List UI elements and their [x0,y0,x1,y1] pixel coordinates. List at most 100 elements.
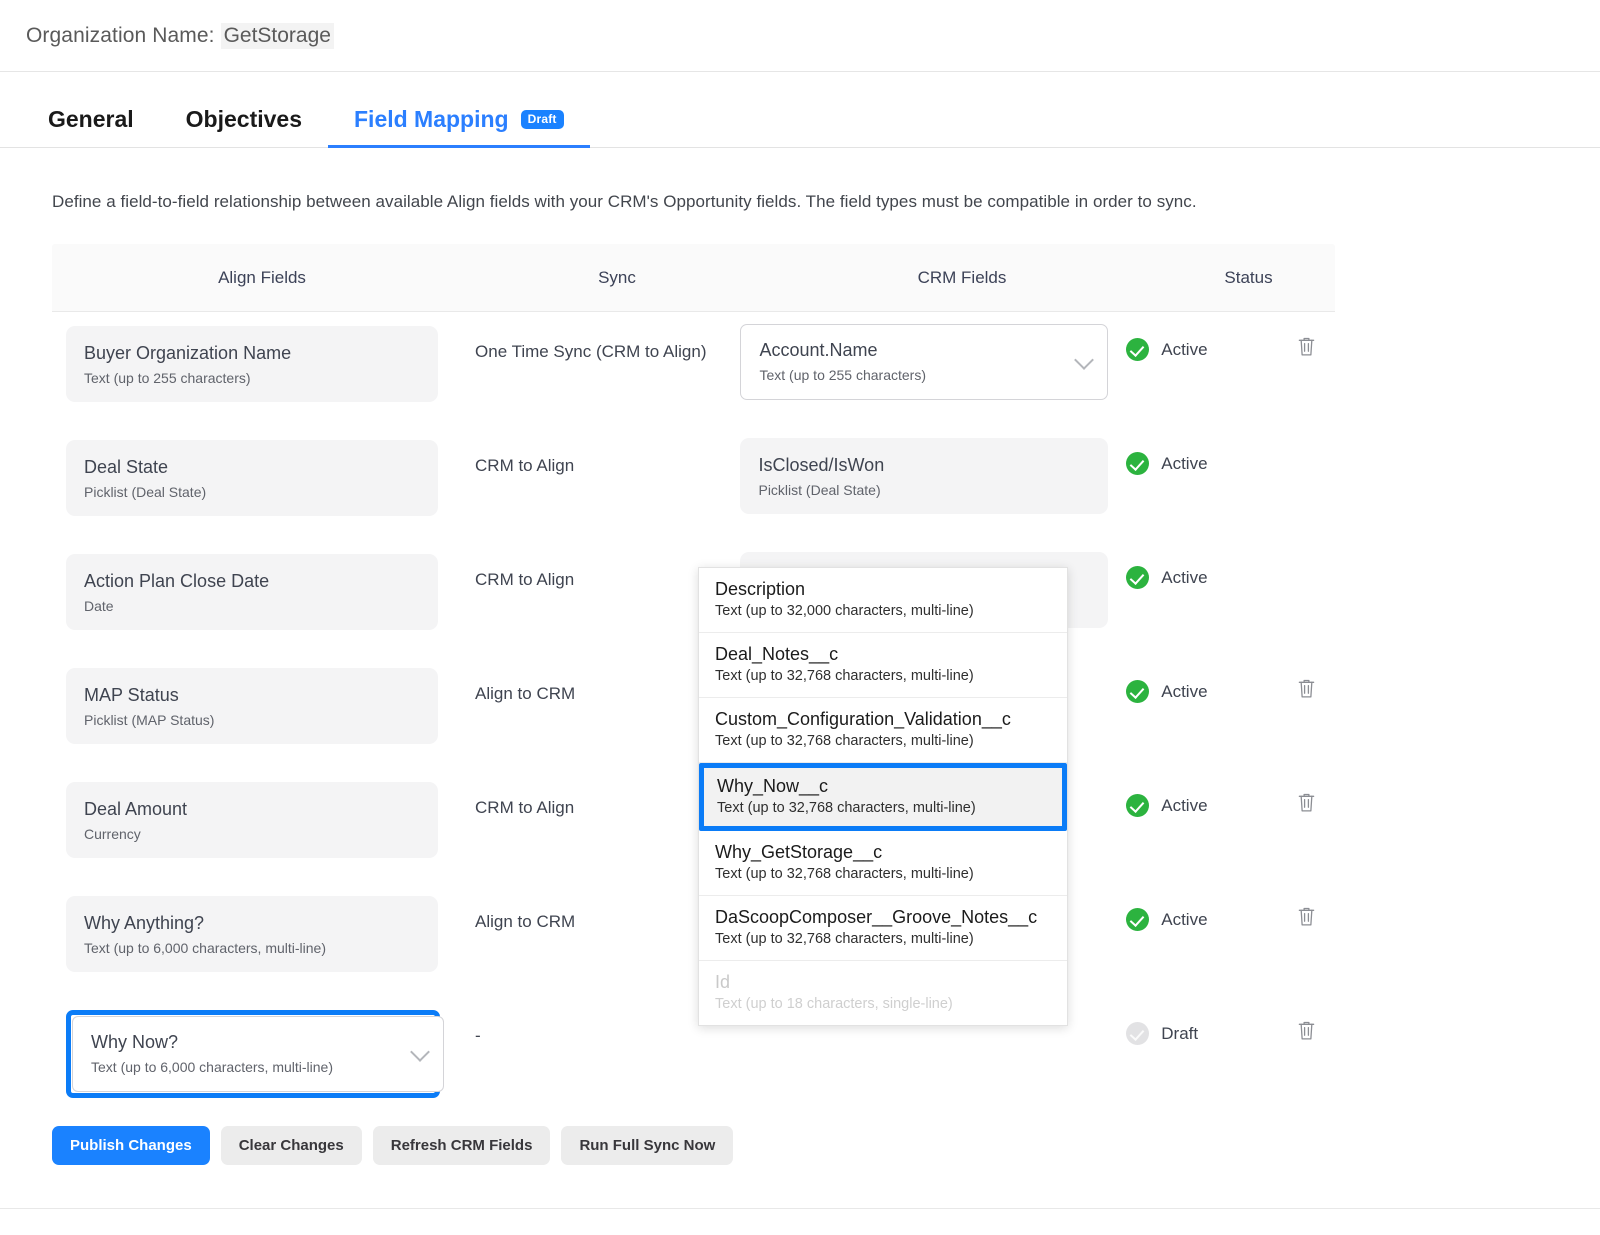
table-body: Buyer Organization Name Text (up to 255 c… [52,312,1335,1110]
table-header-row: Align Fields Sync CRM Fields Status [52,244,1335,312]
publish-changes-button[interactable]: Publish Changes [52,1126,210,1165]
table-row: Deal State Picklist (Deal State) CRM to Al… [52,426,1335,540]
dropdown-option[interactable]: Why_Now__cText (up to 32,768 characters,… [699,763,1067,831]
dropdown-option[interactable]: Deal_Notes__c Text (up to 32,768 characte… [699,633,1067,698]
status-active-check-icon [1126,794,1149,817]
cell-align-field: Why Anything? Text (up to 6,000 character… [52,882,453,972]
align-field-type: Currency [84,825,420,843]
cell-align-field: Deal Amount Currency [52,768,453,858]
dropdown-option[interactable]: Why_GetStorage__c Text (up to 32,768 char… [699,831,1067,896]
dropdown-option-name: DaScoopComposer__Groove_Notes__c [715,907,1051,929]
status-active-check-icon [1126,680,1149,703]
refresh-crm-fields-button[interactable]: Refresh CRM Fields [373,1126,551,1165]
table-row: MAP Status Picklist (MAP Status) Align to … [52,654,1335,768]
tab-bar: General Objectives Field Mapping Draft [0,72,1600,148]
cell-align-field: Why Now?Text (up to 6,000 characters, mu… [52,996,453,1098]
cell-sync-direction: One Time Sync (CRM to Align) [453,312,730,365]
dropdown-option-type: Text (up to 32,768 characters, multi-lin… [715,668,1051,685]
action-buttons: Publish Changes Clear Changes Refresh CRM … [0,1110,1600,1165]
dropdown-option[interactable]: Custom_Configuration_Validation__cText (… [699,698,1067,763]
dropdown-option-name: Why_GetStorage__c [715,842,1051,864]
align-field-name: Deal State [84,456,420,479]
trash-icon[interactable] [1297,678,1316,704]
align-field-chip: Why Anything? Text (up to 6,000 character… [66,896,438,972]
column-header-sync: Sync [472,268,762,288]
table-row: Buyer Organization Name Text (up to 255 c… [52,312,1335,426]
organization-name-label: Organization Name: [26,24,215,48]
organization-header: Organization Name: GetStorage [0,0,1600,72]
align-field-chip: Action Plan Close DateDate [66,554,438,630]
status-badge: Active [1161,796,1207,816]
align-field-name: MAP Status [84,684,420,707]
cell-sync-direction: CRM to Align [453,540,730,593]
trash-icon[interactable] [1297,1020,1316,1046]
tab-label: General [48,108,134,131]
align-field-highlight: Why Now?Text (up to 6,000 characters, mu… [66,1010,440,1098]
status-badge: Active [1161,454,1207,474]
dropdown-option-type: Text (up to 32,000 characters, multi-lin… [715,603,1051,620]
cell-status: Active [1112,312,1278,361]
align-field-name: Why Anything? [84,912,420,935]
status-badge: Active [1161,682,1207,702]
align-field-type: Text (up to 6,000 characters, multi-line… [91,1058,425,1076]
status-active-check-icon [1126,908,1149,931]
crm-field-select[interactable]: Account.NameText (up to 255 characters) [740,324,1108,400]
cell-status: Active [1112,654,1278,703]
align-field-name: Buyer Organization Name [84,342,420,365]
align-field-type: Text (up to 6,000 characters, multi-line… [84,939,420,957]
cell-sync-direction: Align to CRM [453,654,730,707]
align-field-type: Picklist (Deal State) [84,483,420,501]
column-header-align-fields: Align Fields [52,268,472,288]
align-field-name: Deal Amount [84,798,420,821]
status-badge: Active [1161,340,1207,360]
bottom-divider [0,1208,1600,1209]
run-full-sync-now-button[interactable]: Run Full Sync Now [561,1126,733,1165]
cell-crm-field: Account.NameText (up to 255 characters) [730,312,1112,400]
status-draft-icon [1126,1022,1149,1045]
status-active-check-icon [1126,452,1149,475]
tab-field-mapping[interactable]: Field Mapping Draft [328,108,590,147]
cell-delete [1278,426,1335,450]
dropdown-option: Id Text (up to 18 characters, single-line… [699,961,1067,1025]
column-header-status: Status [1162,268,1335,288]
status-badge: Active [1161,910,1207,930]
dropdown-option[interactable]: DaScoopComposer__Groove_Notes__c Text (up… [699,896,1067,961]
dropdown-option-name: Why_Now__c [717,776,1049,798]
tab-label: Objectives [186,108,302,131]
cell-status: Active [1112,768,1278,817]
dropdown-option-name: Deal_Notes__c [715,644,1051,666]
organization-name-value: GetStorage [221,23,334,49]
tab-draft-badge: Draft [521,110,564,129]
crm-field-type: Picklist (Deal State) [758,481,1090,499]
tab-general[interactable]: General [22,108,160,147]
align-field-name: Action Plan Close Date [84,570,420,593]
trash-icon[interactable] [1297,336,1316,362]
dropdown-option-type: Text (up to 32,768 characters, multi-lin… [715,733,1051,750]
align-field-chip: MAP Status Picklist (MAP Status) [66,668,438,744]
cell-sync-direction: - [453,996,730,1049]
tab-objectives[interactable]: Objectives [160,108,328,147]
crm-field-chip: IsClosed/IsWonPicklist (Deal State) [740,438,1108,514]
dropdown-option[interactable]: Description Text (up to 32,000 characters… [699,568,1067,633]
dropdown-option-name: Description [715,579,1051,601]
cell-status: Active [1112,882,1278,931]
clear-changes-button[interactable]: Clear Changes [221,1126,362,1165]
align-field-chip: Deal Amount Currency [66,782,438,858]
align-field-type: Picklist (MAP Status) [84,711,420,729]
cell-align-field: Deal State Picklist (Deal State) [52,426,453,516]
cell-align-field: MAP Status Picklist (MAP Status) [52,654,453,744]
dropdown-option-name: Id [715,972,1051,994]
tab-label: Field Mapping [354,108,509,131]
table-row: Why Now?Text (up to 6,000 characters, mu… [52,996,1335,1110]
crm-field-type: Text (up to 255 characters) [759,366,1089,384]
dropdown-option-type: Text (up to 32,768 characters, multi-lin… [715,931,1051,948]
crm-fields-dropdown-menu[interactable]: Description Text (up to 32,000 characters… [698,567,1068,1026]
cell-delete [1278,540,1335,564]
trash-icon[interactable] [1297,792,1316,818]
align-field-select[interactable]: Why Now?Text (up to 6,000 characters, mu… [72,1016,444,1092]
dropdown-option-type: Text (up to 18 characters, single-line) [715,996,1051,1013]
trash-icon[interactable] [1297,906,1316,932]
table-row: Action Plan Close DateDateCRM to AlignCl… [52,540,1335,654]
cell-sync-direction: CRM to Align [453,426,730,479]
dropdown-option-type: Text (up to 32,768 characters, multi-lin… [715,866,1051,883]
